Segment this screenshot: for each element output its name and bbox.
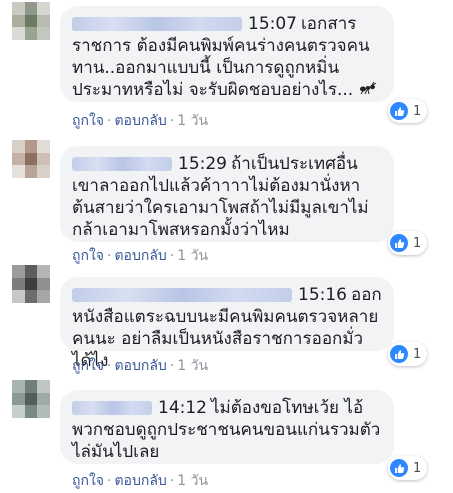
ant-icon [359,79,377,101]
reply-link[interactable]: ตอบกลับ [114,248,166,264]
comment-bubble: 15:29 ถ้าเป็นประเทศอื่นเขาลาออกไปแล้วค้าา… [60,146,394,242]
avatar[interactable] [12,380,50,418]
reply-link[interactable]: ตอบกลับ [114,113,166,129]
author-name[interactable] [72,401,152,415]
reaction-number: 1 [413,346,422,362]
comment-age[interactable]: 1 วัน [177,358,208,374]
comment-bubble: 15:16 ออกหนังสือแตระฉบบนะมีคนพิมคนตรวจหลา… [60,277,394,371]
comment-actions: ถูกใจ · ตอบกลับ · 1 วัน [72,473,209,489]
like-link[interactable]: ถูกใจ [72,248,104,264]
reaction-count[interactable]: 1 [388,342,428,366]
thumbs-up-icon [390,102,408,120]
comment-time: 15:07 [248,14,297,34]
comment-actions: ถูกใจ · ตอบกลับ · 1 วัน [72,358,209,374]
like-link[interactable]: ถูกใจ [72,473,104,489]
reply-link[interactable]: ตอบกลับ [114,473,166,489]
reaction-count[interactable]: 1 [388,456,428,480]
reaction-number: 1 [413,235,422,251]
thumbs-up-icon [390,345,408,363]
avatar[interactable] [12,140,50,178]
thumbs-up-icon [390,459,408,477]
comment-bubble: 14:12 ไม่ต้องขอโทษเว้ย ไอ้พวกชอบดูถูกประช… [60,390,394,464]
comment-time: 15:16 [298,285,347,305]
comment-time: 15:29 [178,154,227,174]
comment-age[interactable]: 1 วัน [177,473,208,489]
reaction-count[interactable]: 1 [388,231,428,255]
avatar[interactable] [12,2,50,40]
author-name[interactable] [72,157,172,171]
comment-age[interactable]: 1 วัน [177,113,208,129]
avatar[interactable] [12,265,50,303]
comment-actions: ถูกใจ · ตอบกลับ · 1 วัน [72,113,209,129]
comment-actions: ถูกใจ · ตอบกลับ · 1 วัน [72,248,209,264]
like-link[interactable]: ถูกใจ [72,358,104,374]
like-link[interactable]: ถูกใจ [72,113,104,129]
reaction-count[interactable]: 1 [388,99,428,123]
thumbs-up-icon [390,234,408,252]
reaction-number: 1 [413,460,422,476]
comment-time: 14:12 [158,398,207,418]
reply-link[interactable]: ตอบกลับ [114,358,166,374]
author-name[interactable] [72,288,292,302]
reaction-number: 1 [413,103,422,119]
comment-bubble: 15:07 เอกสารราชการ ต้องมีคนพิมพ์คนร่างคนต… [60,6,394,102]
author-name[interactable] [72,17,242,31]
comment-age[interactable]: 1 วัน [177,248,208,264]
